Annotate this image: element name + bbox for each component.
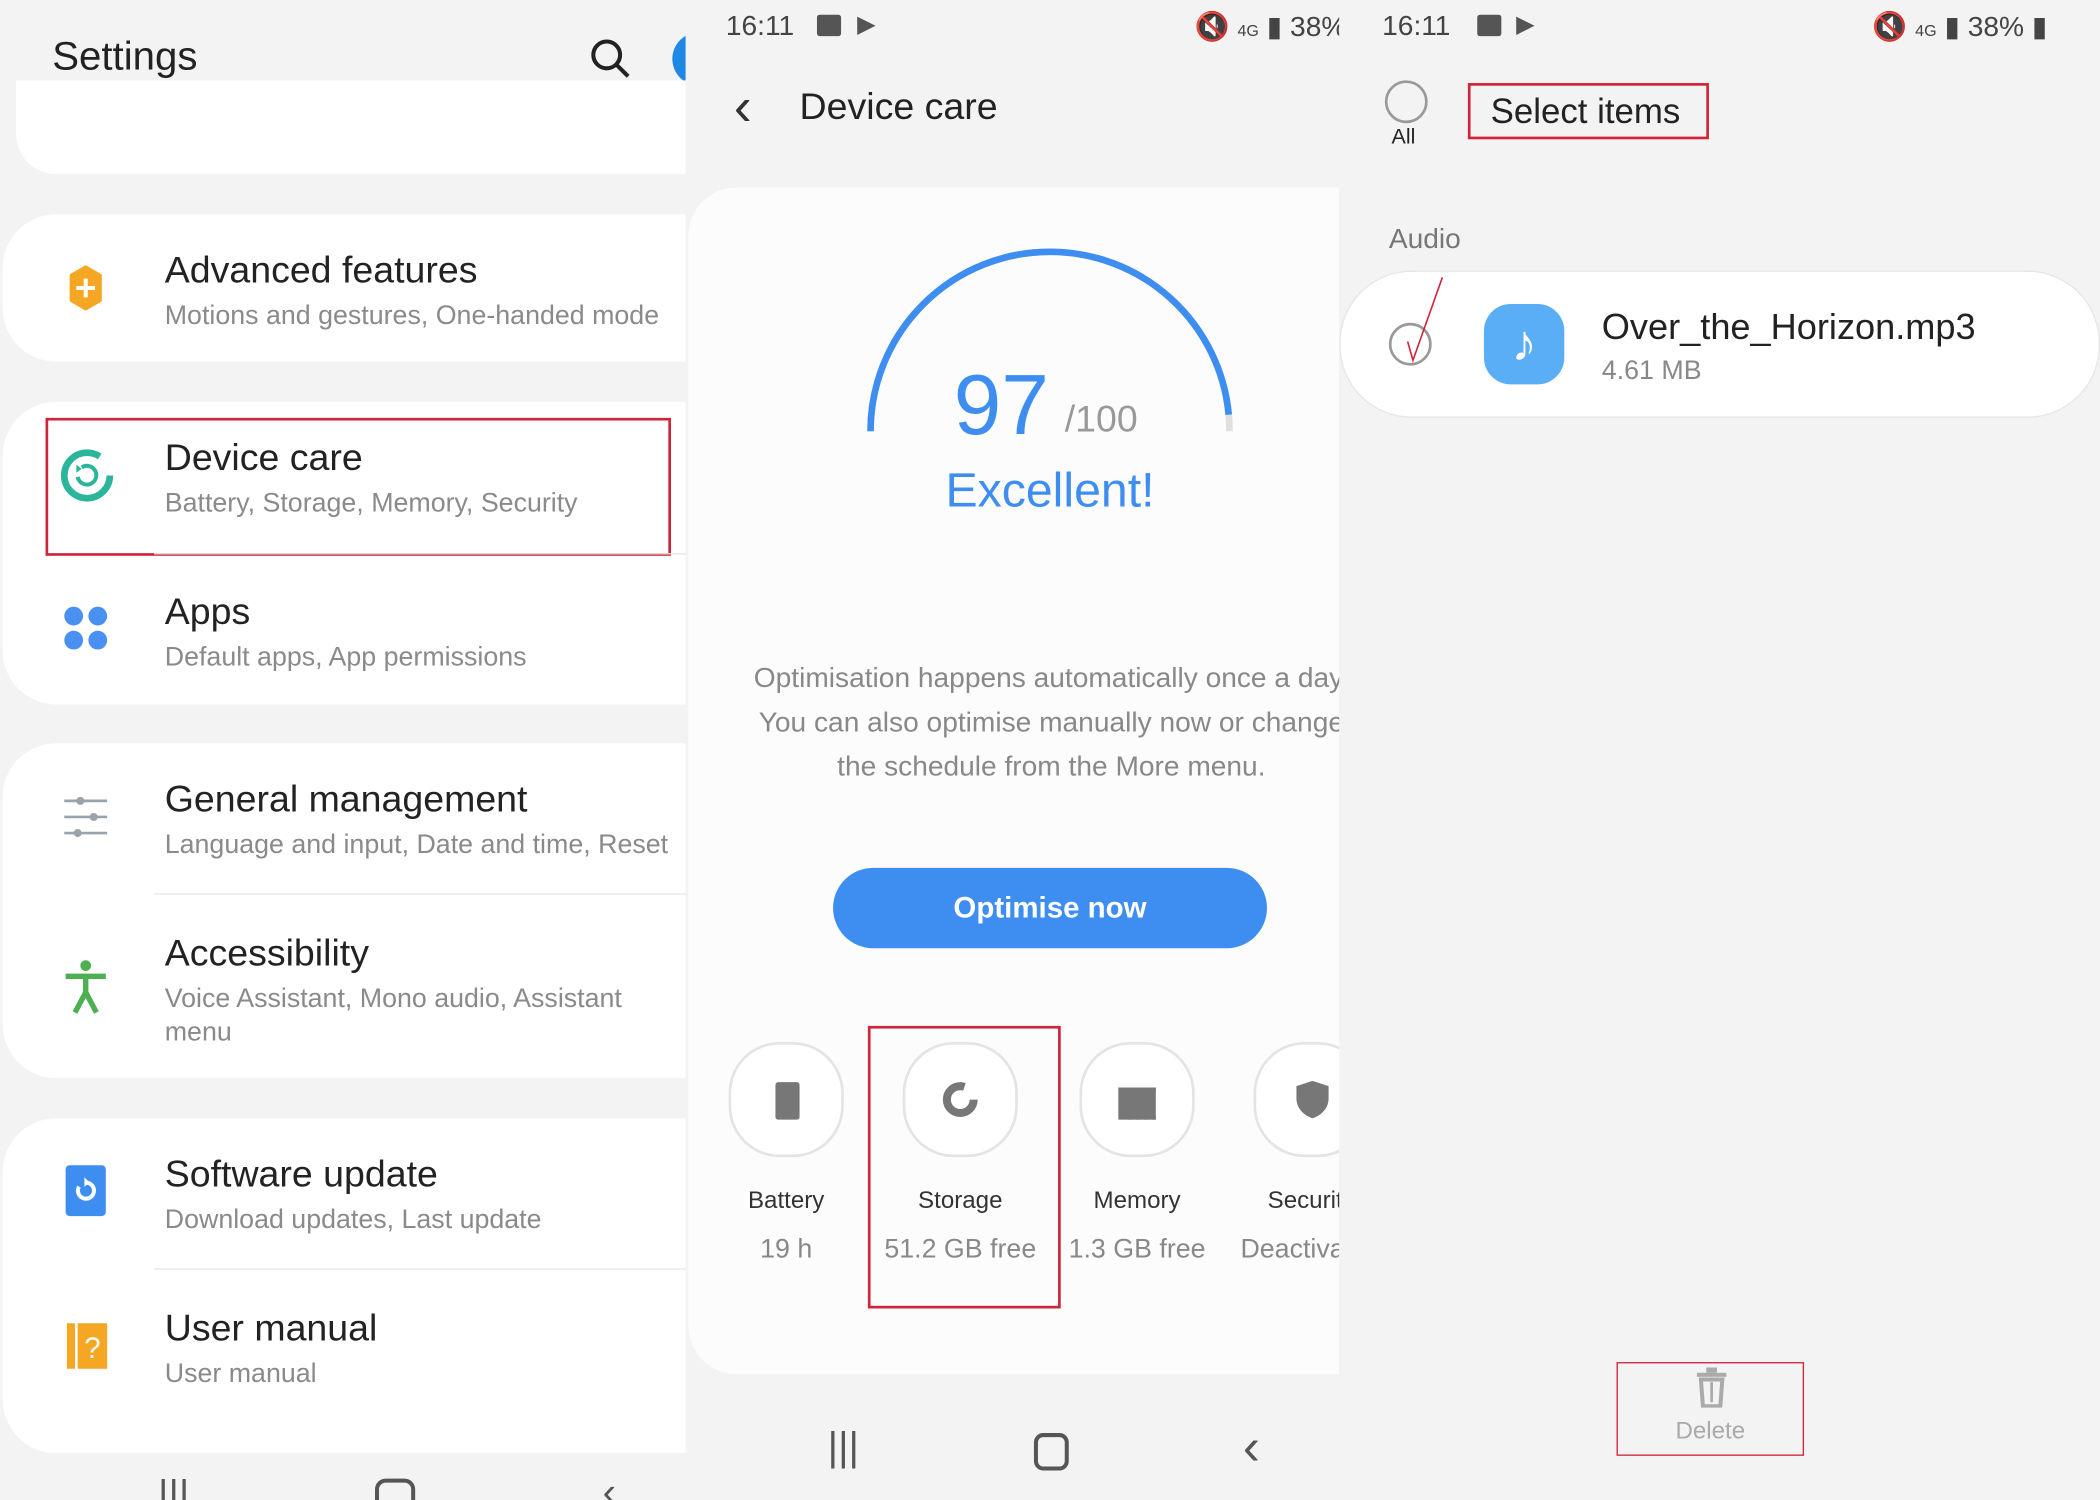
status-icons: 🔇 4G ▮ 38% ▮ [1872,12,2048,43]
back-nav-button[interactable]: ‹ [1243,1420,1260,1478]
back-nav-button[interactable]: ‹ [603,1471,616,1500]
select-all-label: All [1391,125,1416,149]
highlight-device-care [45,417,671,556]
page-title: Settings [52,34,198,80]
gallery-notification-icon [1477,14,1502,37]
advanced-features-icon [69,265,102,311]
select-all-checkbox[interactable] [1384,80,1428,124]
home-nav-button[interactable] [1033,1433,1069,1471]
score-value: 97 [953,356,1049,453]
user-manual-icon: ? [66,1323,108,1369]
trash-icon [1696,1367,1727,1408]
svg-text:?: ? [84,1332,100,1365]
play-store-notification-icon: ▶ [857,10,876,38]
score-gauge [867,248,1233,432]
settings-item-general-management[interactable]: General management Language and input, D… [0,743,686,893]
audio-file-icon: ♪ [1483,304,1565,385]
search-icon[interactable] [589,38,632,81]
software-update-icon [65,1165,106,1217]
play-store-notification-icon: ▶ [1516,10,1535,38]
file-name: Over_the_Horizon.mp3 [1601,306,1976,347]
settings-panel: Settings Advanced features Motions and g… [0,0,686,1500]
apps-icon [64,606,108,650]
file-item[interactable]: ♪ Over_the_Horizon.mp3 4.61 MB [1339,270,2100,418]
memory-icon [1118,1087,1156,1120]
select-items-panel: 16:11 ▶ 🔇 4G ▮ 38% ▮ All Select items Au… [1339,0,2100,1500]
divider [154,553,686,555]
score-max: /100 [1064,397,1138,440]
status-icons: 🔇 4G ▮ 38% [1194,12,1340,43]
checkmark-annotation [1406,277,1444,363]
settings-item-apps[interactable]: Apps Default apps, App permissions [0,556,686,703]
file-size: 4.61 MB [1601,356,1702,386]
delete-button[interactable]: Delete [1616,1362,1805,1456]
settings-item-software-update[interactable]: Software update Download updates, Last u… [0,1118,686,1268]
previous-card [16,80,686,175]
score-rating: Excellent! [945,462,1155,517]
status-time: 16:11 [1382,10,1451,42]
divider [154,1268,686,1270]
gallery-notification-icon [816,14,842,37]
highlight-select-items [1467,83,1709,140]
divider [154,893,686,895]
section-header-audio: Audio [1388,223,1461,255]
sliders-icon [64,796,108,838]
tile-memory[interactable]: Memory 1.3 GB free [1050,1039,1238,1307]
recents-nav-button[interactable]: ||| [828,1425,859,1471]
shield-icon [1296,1080,1329,1119]
settings-item-accessibility[interactable]: Accessibility Voice Assistant, Mono audi… [0,897,686,1078]
tile-battery[interactable]: Battery 19 h [686,1039,874,1307]
battery-icon [775,1082,800,1120]
accessibility-icon [65,960,106,1014]
status-time: 16:11 [725,10,795,42]
highlight-storage [867,1025,1061,1309]
page-title: Device care [799,85,998,128]
score-gauge-fill [867,248,1233,432]
optimisation-description: Optimisation happens automatically once … [753,662,1340,783]
tile-security[interactable]: Security Deactivated [1224,1039,1340,1307]
home-nav-button[interactable] [375,1478,416,1500]
settings-item-advanced-features[interactable]: Advanced features Motions and gestures, … [0,214,686,361]
recents-nav-button[interactable]: ||| [158,1473,189,1500]
settings-item-user-manual[interactable]: ? User manual User manual [0,1272,686,1422]
profile-avatar[interactable] [672,32,686,86]
back-button[interactable]: ‹ [734,78,752,138]
device-care-panel: 16:11 ▶ 🔇 4G ▮ 38% ‹ Device care 97 /100… [685,0,1340,1500]
optimise-now-button[interactable]: Optimise now [833,867,1267,949]
